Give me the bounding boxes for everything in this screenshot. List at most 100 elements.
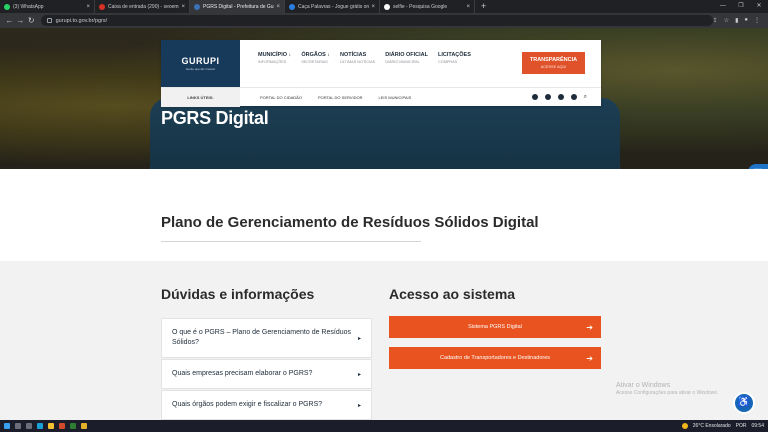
weather-icon: [681, 423, 688, 429]
sidebar-icon[interactable]: ▮: [735, 17, 738, 24]
tab-title: selfie - Pesquisa Google: [393, 3, 448, 10]
social-links: ⌕: [531, 94, 587, 100]
divider: [161, 241, 421, 242]
menu-item-orgaos[interactable]: ÓRGÃOS ↓ SECRETARIAS: [301, 52, 330, 64]
faq-question: O que é o PGRS – Plano de Gerenciamento …: [172, 329, 351, 346]
gmail-icon: [99, 3, 105, 10]
logo-text: GURUPI: [181, 56, 220, 66]
flickr-icon[interactable]: [544, 94, 551, 100]
browser-tab[interactable]: Caça Palavras - Jogue grátis onli ×: [285, 0, 380, 13]
access-title: Acesso ao sistema: [389, 286, 516, 302]
close-window-icon[interactable]: ✕: [750, 0, 768, 13]
windows-activation-watermark: Ativar o Windows Acesse Configurações pa…: [616, 382, 719, 396]
weather-text: 26°C Ensolarado: [692, 423, 731, 429]
url-text: gurupi.to.gov.br/pgrs/: [55, 17, 108, 24]
tab-strip: (3) WhatsApp × Caixa de entrada (290) - s…: [0, 0, 768, 13]
windows-taskbar: 26°C Ensolarado POR 09:54: [0, 420, 768, 432]
app-icon[interactable]: [59, 423, 65, 429]
tab-title: PGRS Digital - Prefeitura de Gur: [203, 3, 275, 10]
faq-question: Quais empresas precisam elaborar o PGRS?: [172, 370, 313, 377]
site-favicon: [289, 3, 295, 10]
site-favicon: [194, 3, 200, 10]
caret-right-icon: ▸: [357, 371, 361, 378]
useful-links-bar: LINKS ÚTEIS: PORTAL DO CIDADÃO PORTAL DO…: [161, 87, 601, 107]
menu-item-municipio[interactable]: MUNICÍPIO ↓ INFORMAÇÕES: [258, 52, 291, 64]
link-portal-servidor[interactable]: PORTAL DO SERVIDOR: [318, 95, 363, 100]
address-bar: ← → ↻ gurupi.to.gov.br/pgrs/ ⇪ ☆ ▮ ● ⋮: [0, 13, 768, 28]
url-input[interactable]: gurupi.to.gov.br/pgrs/: [40, 15, 713, 26]
tab-title: Caça Palavras - Jogue grátis onli: [298, 3, 370, 10]
search-icon[interactable]: [15, 423, 21, 429]
faq-title: Dúvidas e informações: [161, 286, 315, 302]
button-label: Sistema PGRS Digital: [468, 324, 522, 330]
chat-icon[interactable]: ☏: [748, 164, 768, 169]
browser-tab[interactable]: selfie - Pesquisa Google ×: [380, 0, 475, 13]
task-view-icon[interactable]: [26, 423, 32, 429]
windows-start-icon[interactable]: [4, 423, 10, 429]
browser-toolbar: ⇪ ☆ ▮ ● ⋮: [713, 17, 764, 24]
browser-tab-active[interactable]: PGRS Digital - Prefeitura de Gur ×: [190, 0, 285, 13]
caret-right-icon: ▸: [357, 402, 361, 409]
whatsapp-icon: [4, 3, 10, 10]
chrome-icon[interactable]: [81, 423, 87, 429]
caret-right-icon: ▸: [357, 335, 361, 342]
pgrs-system-button[interactable]: Sistema PGRS Digital ➔: [389, 316, 601, 338]
lock-icon: [46, 18, 52, 23]
language-indicator[interactable]: POR: [736, 423, 747, 429]
close-icon[interactable]: ×: [466, 4, 470, 10]
button-label: Cadastro de Transportadores e Destinador…: [439, 355, 551, 361]
back-icon[interactable]: ←: [4, 16, 15, 25]
faq-question: Quais órgãos podem exigir e fiscalizar o…: [172, 401, 323, 408]
star-icon[interactable]: ☆: [724, 17, 729, 24]
search-icon[interactable]: ⌕: [584, 94, 587, 100]
youtube-icon[interactable]: [570, 94, 577, 100]
registration-button[interactable]: Cadastro de Transportadores e Destinador…: [389, 347, 601, 369]
profile-icon[interactable]: ●: [744, 17, 748, 24]
menu-item-noticias[interactable]: NOTÍCIAS ÚLTIMAS NOTÍCIAS: [340, 52, 375, 64]
browser-tab[interactable]: (3) WhatsApp ×: [0, 0, 95, 13]
page-title: PGRS Digital: [161, 108, 269, 128]
content-section: [0, 261, 768, 432]
accessibility-icon[interactable]: ♿: [733, 392, 755, 414]
menu-item-licitacoes[interactable]: LICITAÇÕES COMPRAS: [438, 52, 471, 64]
useful-links: PORTAL DO CIDADÃO PORTAL DO SERVIDOR LEI…: [260, 95, 411, 100]
share-icon[interactable]: ⇪: [713, 17, 718, 24]
google-icon: [384, 3, 390, 10]
site-logo[interactable]: GURUPI Gente que faz crescer: [161, 40, 240, 87]
close-icon[interactable]: ×: [86, 4, 90, 10]
close-icon[interactable]: ×: [371, 4, 375, 10]
instagram-icon[interactable]: [557, 94, 564, 100]
tab-title: (3) WhatsApp: [13, 3, 44, 10]
faq-item[interactable]: O que é o PGRS – Plano de Gerenciamento …: [161, 318, 372, 358]
faq-item[interactable]: Quais empresas precisam elaborar o PGRS?…: [161, 359, 372, 389]
link-leis-municipais[interactable]: LEIS MUNICIPAIS: [378, 95, 411, 100]
maximize-icon[interactable]: ❐: [732, 0, 750, 13]
app-icon[interactable]: [70, 423, 76, 429]
close-icon[interactable]: ×: [276, 4, 280, 10]
browser-tab[interactable]: Caixa de entrada (290) - seoemp ×: [95, 0, 190, 13]
forward-icon[interactable]: →: [15, 16, 26, 25]
tab-title: Caixa de entrada (290) - seoemp: [108, 3, 180, 10]
logo-subtitle: Gente que faz crescer: [185, 67, 216, 71]
edge-icon[interactable]: [37, 423, 43, 429]
menu-item-diario-oficial[interactable]: DIÁRIO OFICIAL DIÁRIO MUNICIPAL: [385, 52, 428, 64]
faq-item[interactable]: Quais órgãos podem exigir e fiscalizar o…: [161, 390, 372, 420]
main-menu: MUNICÍPIO ↓ INFORMAÇÕES ÓRGÃOS ↓ SECRETARI…: [258, 52, 471, 64]
system-tray: 26°C Ensolarado POR 09:54: [681, 420, 764, 432]
arrow-right-icon: ➔: [586, 322, 593, 332]
clock[interactable]: 09:54: [751, 423, 764, 429]
file-explorer-icon[interactable]: [48, 423, 54, 429]
facebook-icon[interactable]: [531, 94, 538, 100]
window-controls: — ❐ ✕: [714, 0, 768, 13]
new-tab-button[interactable]: +: [475, 0, 492, 13]
arrow-right-icon: ➔: [586, 353, 593, 363]
reload-icon[interactable]: ↻: [26, 16, 37, 25]
transparency-button[interactable]: TRANSPARÊNCIA ACESSE AQUI: [522, 52, 585, 74]
section-heading: Plano de Gerenciamento de Resíduos Sólid…: [161, 214, 539, 231]
useful-links-label: LINKS ÚTEIS:: [161, 87, 240, 107]
site-header: GURUPI Gente que faz crescer MUNICÍPIO ↓…: [161, 40, 601, 107]
menu-icon[interactable]: ⋮: [754, 17, 760, 24]
link-portal-cidadao[interactable]: PORTAL DO CIDADÃO: [260, 95, 302, 100]
minimize-icon[interactable]: —: [714, 0, 732, 13]
close-icon[interactable]: ×: [181, 4, 185, 10]
